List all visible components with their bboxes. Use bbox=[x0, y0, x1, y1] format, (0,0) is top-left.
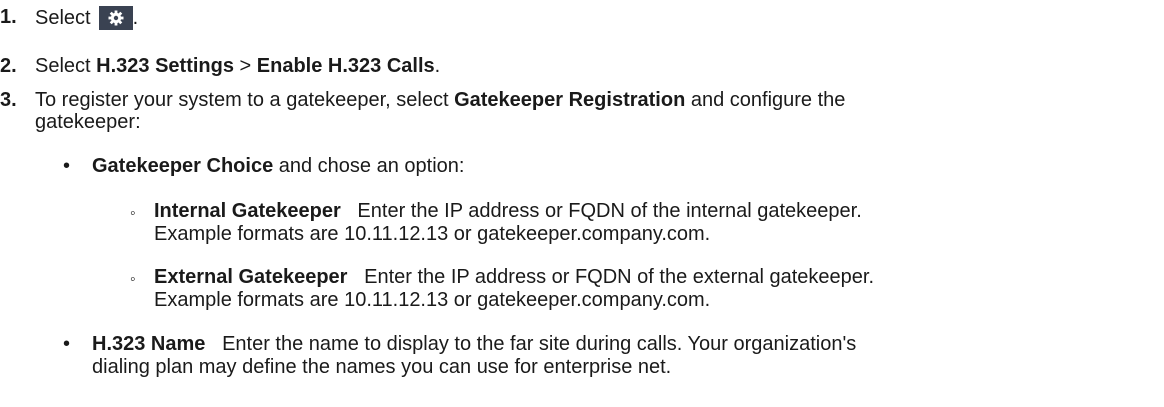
step-1-period: . bbox=[132, 7, 139, 29]
step-1-text: Select. bbox=[35, 6, 138, 30]
step-1-number: 1. bbox=[0, 6, 17, 28]
step-3-gatekeeper-registration: Gatekeeper Registration bbox=[454, 89, 686, 111]
step-2-number: 2. bbox=[0, 55, 17, 77]
bullet-marker: • bbox=[63, 155, 71, 177]
subbullet-internal-gatekeeper: Internal Gatekeeper Enter the IP address… bbox=[154, 200, 862, 223]
external-gatekeeper-text: Enter the IP address or FQDN of the exte… bbox=[347, 266, 875, 288]
step-3-text-line1: To register your system to a gatekeeper,… bbox=[35, 89, 845, 112]
subbullet-marker: ◦ bbox=[130, 271, 136, 288]
h323-name-label: H.323 Name bbox=[92, 333, 206, 355]
step-2-text: Select H.323 Settings > Enable H.323 Cal… bbox=[35, 55, 440, 78]
gear-icon bbox=[98, 6, 133, 30]
step-3-text-line2: gatekeeper: bbox=[35, 111, 141, 133]
gatekeeper-choice-text: and chose an option: bbox=[273, 155, 465, 177]
step-2-separator: > bbox=[233, 55, 257, 77]
step-3-number: 3. bbox=[0, 89, 17, 111]
internal-gatekeeper-text: Enter the IP address or FQDN of the inte… bbox=[340, 200, 862, 222]
internal-gatekeeper-label: Internal Gatekeeper bbox=[154, 200, 341, 222]
step-3-intro: To register your system to a gatekeeper,… bbox=[35, 89, 455, 111]
step-1-select-text: Select bbox=[35, 7, 91, 29]
step-3-tail: and configure the bbox=[685, 89, 846, 111]
gatekeeper-choice-label: Gatekeeper Choice bbox=[92, 155, 274, 177]
bullet-h323-name: H.323 Name Enter the name to display to … bbox=[92, 333, 856, 356]
step-2-period: . bbox=[434, 55, 441, 77]
bullet-marker: • bbox=[63, 333, 71, 355]
step-2-enable-h323-calls: Enable H.323 Calls bbox=[256, 55, 435, 77]
step-2-select-text: Select bbox=[35, 55, 97, 77]
h323-name-text: Enter the name to display to the far sit… bbox=[205, 333, 857, 355]
subbullet-external-gatekeeper: External Gatekeeper Enter the IP address… bbox=[154, 266, 874, 289]
external-gatekeeper-example: Example formats are 10.11.12.13 or gatek… bbox=[154, 289, 711, 311]
internal-gatekeeper-example: Example formats are 10.11.12.13 or gatek… bbox=[154, 223, 711, 245]
bullet-gatekeeper-choice: Gatekeeper Choice and chose an option: bbox=[92, 155, 464, 178]
subbullet-marker: ◦ bbox=[130, 205, 136, 222]
external-gatekeeper-label: External Gatekeeper bbox=[154, 266, 348, 288]
h323-name-line2: dialing plan may define the names you ca… bbox=[92, 356, 672, 378]
step-2-h323-settings: H.323 Settings bbox=[96, 55, 234, 77]
